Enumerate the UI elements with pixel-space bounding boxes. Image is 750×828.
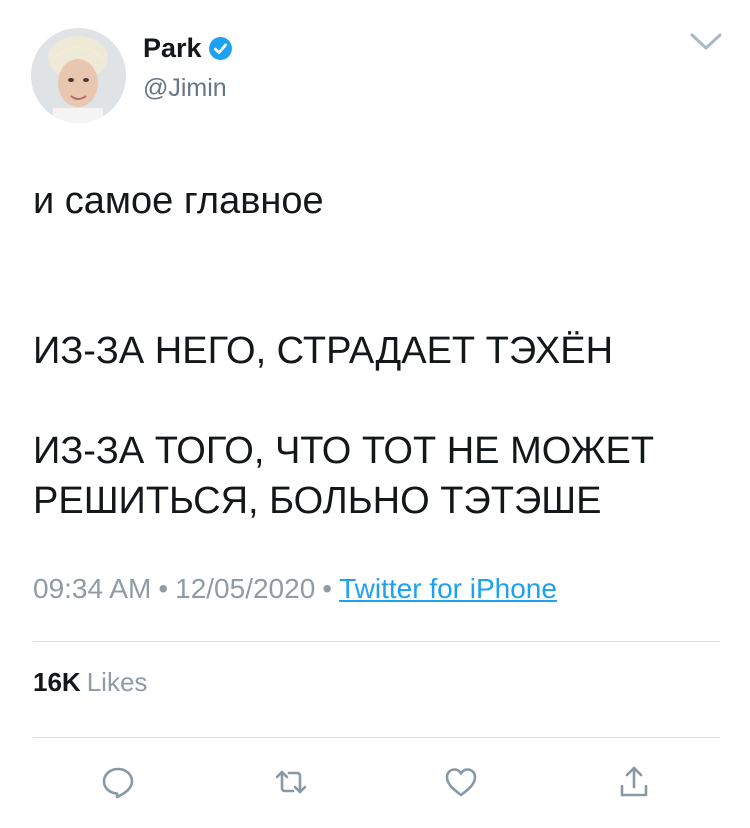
- tweet-date: 12/05/2020: [175, 573, 316, 604]
- author-handle[interactable]: @Jimin: [143, 72, 227, 104]
- likes-stat[interactable]: 16K Likes: [33, 665, 147, 699]
- retweet-icon: [275, 770, 307, 794]
- share-button[interactable]: [614, 762, 654, 802]
- like-button[interactable]: [441, 762, 481, 802]
- divider: [33, 641, 720, 642]
- author-name-row[interactable]: Park: [143, 30, 233, 66]
- tweet-meta: 09:34 AM • 12/05/2020 • Twitter for iPhone: [33, 570, 557, 608]
- avatar[interactable]: [31, 28, 126, 123]
- meta-separator: •: [158, 573, 169, 604]
- share-icon: [620, 766, 648, 797]
- divider: [33, 737, 720, 738]
- avatar-image: [31, 28, 126, 123]
- tweet-source-link[interactable]: Twitter for iPhone: [339, 573, 557, 604]
- reply-button[interactable]: [98, 762, 138, 802]
- likes-label: Likes: [86, 667, 148, 697]
- tweet-text: и самое главное ИЗ-ЗА НЕГО, СТРАДАЕТ ТЭХ…: [33, 180, 655, 522]
- likes-count: 16K: [33, 667, 81, 697]
- tweet-time: 09:34 AM: [33, 573, 152, 604]
- author-display-name[interactable]: Park: [143, 30, 202, 66]
- like-icon: [445, 768, 477, 797]
- retweet-button[interactable]: [271, 762, 311, 802]
- reply-icon: [102, 767, 134, 799]
- meta-separator: •: [322, 573, 333, 604]
- chevron-down-icon[interactable]: [688, 28, 724, 54]
- verified-badge-icon: [208, 36, 232, 60]
